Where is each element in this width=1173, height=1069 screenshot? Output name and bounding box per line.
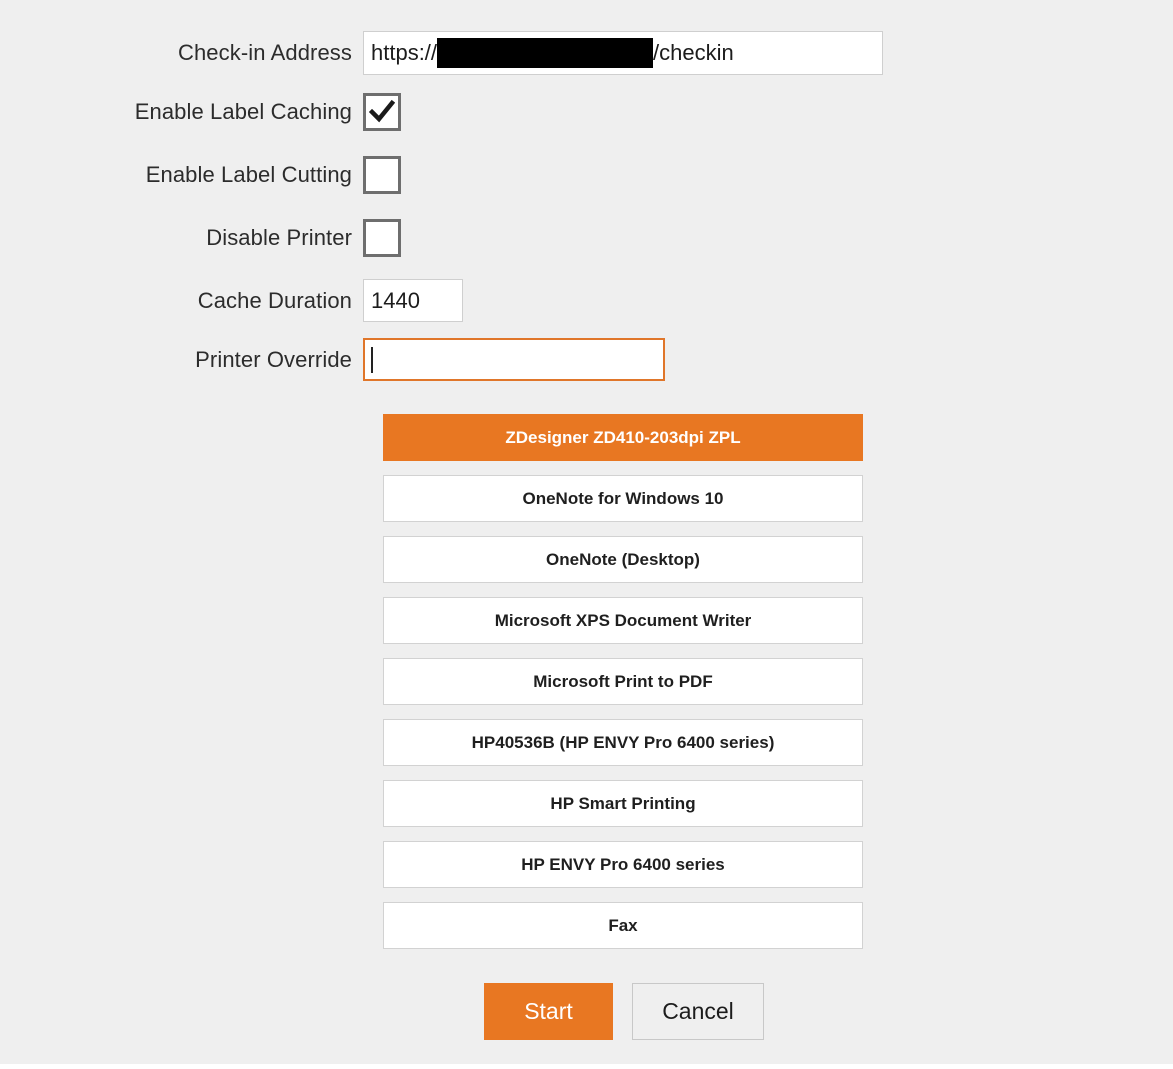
form-row-printer-override: Printer Override — [0, 338, 665, 381]
cache-duration-field-zone: 1440 — [363, 279, 463, 322]
checkin-address-suffix: /checkin — [653, 40, 734, 65]
printer-list-item[interactable]: HP40536B (HP ENVY Pro 6400 series) — [383, 719, 863, 766]
text-cursor — [371, 346, 373, 373]
enable-label-cutting-field-zone — [363, 156, 401, 194]
printer-list-item[interactable]: ZDesigner ZD410-203dpi ZPL — [383, 414, 863, 461]
cache-duration-input[interactable]: 1440 — [363, 279, 463, 322]
start-button[interactable]: Start — [484, 983, 613, 1040]
printer-list-item[interactable]: OneNote for Windows 10 — [383, 475, 863, 522]
enable-label-caching-label: Enable Label Caching — [134, 99, 352, 124]
checkin-address-field-zone: https:// /checkin — [363, 31, 883, 75]
printer-override-input[interactable] — [363, 338, 665, 381]
printer-list-item[interactable]: Microsoft Print to PDF — [383, 658, 863, 705]
enable-label-cutting-checkbox[interactable] — [363, 156, 401, 194]
check-icon — [369, 99, 395, 123]
printer-list: ZDesigner ZD410-203dpi ZPL OneNote for W… — [383, 414, 863, 963]
cache-duration-label: Cache Duration — [197, 287, 352, 313]
enable-label-caching-checkbox[interactable] — [363, 93, 401, 131]
printer-list-item[interactable]: HP ENVY Pro 6400 series — [383, 841, 863, 888]
cancel-button[interactable]: Cancel — [632, 983, 764, 1040]
checkin-address-prefix: https:// — [371, 40, 438, 65]
printer-list-item[interactable]: HP Smart Printing — [383, 780, 863, 827]
redaction-block — [437, 38, 654, 68]
disable-printer-label: Disable Printer — [206, 225, 352, 250]
disable-printer-checkbox[interactable] — [363, 219, 401, 257]
checkin-address-input[interactable]: https:// /checkin — [363, 31, 883, 75]
enable-label-cutting-label: Enable Label Cutting — [145, 162, 352, 187]
printer-override-field-zone — [363, 338, 665, 381]
printer-list-item[interactable]: Fax — [383, 902, 863, 949]
form-row-enable-label-caching: Enable Label Caching — [0, 93, 401, 131]
printer-list-item[interactable]: Microsoft XPS Document Writer — [383, 597, 863, 644]
settings-panel: Check-in Address https:// /checkin Enable… — [0, 0, 1173, 1064]
disable-printer-field-zone — [363, 219, 401, 257]
form-row-enable-label-cutting: Enable Label Cutting — [0, 156, 401, 194]
printer-override-label: Printer Override — [195, 346, 352, 372]
bottom-strip — [0, 1064, 1173, 1069]
checkin-address-label: Check-in Address — [177, 40, 352, 65]
form-row-checkin-address: Check-in Address https:// /checkin — [0, 31, 883, 75]
form-row-cache-duration: Cache Duration 1440 — [0, 279, 463, 322]
cache-duration-value: 1440 — [371, 287, 420, 313]
printer-list-item[interactable]: OneNote (Desktop) — [383, 536, 863, 583]
form-row-disable-printer: Disable Printer — [0, 219, 401, 257]
action-bar: Start Cancel — [484, 983, 764, 1040]
enable-label-caching-field-zone — [363, 93, 401, 131]
